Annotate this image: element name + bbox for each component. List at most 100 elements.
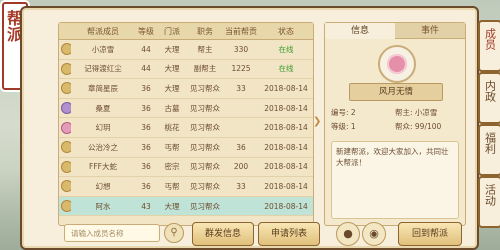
side-tab-activities[interactable]: 活动 xyxy=(478,176,500,228)
member-level: 36 xyxy=(141,103,151,113)
chat-bubble-icon[interactable]: ● xyxy=(336,222,360,246)
back-to-guild-button[interactable]: 回到帮派 xyxy=(398,222,462,246)
member-contribution: 36 xyxy=(236,142,246,152)
member-position: 帮主 xyxy=(197,44,213,54)
bottom-toolbar: 请输入成员名称 ⚲ 群发信息 申请列表 ● ◉ 回到帮派 xyxy=(58,220,490,248)
member-status: 2018-08-14 xyxy=(264,162,308,172)
member-status: 2018-08-14 xyxy=(264,201,308,211)
member-status: 在线 xyxy=(278,64,294,74)
table-row[interactable]: FFF大蛇 36 密宗 见习帮众 200 2018-08-14 xyxy=(59,158,313,178)
guild-members-count: 帮众: 99/100 xyxy=(395,122,442,131)
side-tab-internal[interactable]: 内政 xyxy=(478,72,500,124)
member-position: 见习帮众 xyxy=(190,103,220,113)
member-school: 丐帮 xyxy=(164,181,180,191)
member-status: 2018-08-14 xyxy=(264,123,308,133)
member-school-icon xyxy=(61,141,71,154)
member-level: 36 xyxy=(141,83,151,93)
member-name: 公治冷之 xyxy=(88,142,118,152)
member-position: 见习帮众 xyxy=(190,123,220,133)
member-name: FFF大蛇 xyxy=(89,162,117,172)
header-status[interactable]: 状态 xyxy=(259,26,313,37)
member-contribution: 330 xyxy=(233,44,249,54)
member-school-icon xyxy=(61,43,71,56)
member-table: 帮派成员 等级 门派 职务 当前帮贡 状态 小凉雪 44 大理 帮主 330 在线 记得渡红… xyxy=(58,22,314,226)
search-icon[interactable]: ⚲ xyxy=(164,223,184,243)
guild-leader: 帮主: 小凉雪 xyxy=(395,108,438,117)
guild-id: 编号: 2 xyxy=(331,108,356,117)
header-contribution[interactable]: 当前帮贡 xyxy=(223,26,259,37)
table-row[interactable]: 记得渡红尘 44 大理 副帮主 1225 在线 xyxy=(59,60,313,80)
table-row[interactable]: 小凉雪 44 大理 帮主 330 在线 xyxy=(59,40,313,60)
guild-info-panel: 信息 事件 风月无情 编号: 2 帮主: 小凉雪 等级: 1 帮众: 99/10… xyxy=(324,22,466,226)
header-member[interactable]: 帮派成员 xyxy=(71,26,135,37)
header-position[interactable]: 职务 xyxy=(187,26,223,37)
member-name: 章简星辰 xyxy=(88,83,118,93)
member-name: 阿水 xyxy=(95,201,111,211)
member-school: 丐帮 xyxy=(164,142,180,152)
member-level: 36 xyxy=(141,181,151,191)
member-position: 见习帮众 xyxy=(190,83,220,93)
member-status: 2018-08-14 xyxy=(264,142,308,152)
member-school: 大理 xyxy=(164,201,180,211)
header-school[interactable]: 门派 xyxy=(157,26,187,37)
member-name: 幻想 xyxy=(95,181,111,191)
member-rows: 小凉雪 44 大理 帮主 330 在线 记得渡红尘 44 大理 副帮主 1225 在线 章简星辰 36 大理… xyxy=(59,40,313,217)
table-row[interactable]: 章简星辰 36 大理 见习帮众 33 2018-08-14 xyxy=(59,79,313,99)
side-tab-members[interactable]: 成员 xyxy=(478,20,500,72)
member-school-icon xyxy=(61,200,71,213)
member-school: 大理 xyxy=(164,64,180,74)
member-name: 桑夏 xyxy=(95,103,111,113)
member-position: 见习帮众 xyxy=(190,142,220,152)
member-contribution: 33 xyxy=(236,83,246,93)
tab-info[interactable]: 信息 xyxy=(325,23,395,39)
member-level: 36 xyxy=(141,123,151,133)
member-school-icon xyxy=(61,62,71,75)
table-row[interactable]: 公治冷之 36 丐帮 见习帮众 36 2018-08-14 xyxy=(59,138,313,158)
member-status: 2018-08-14 xyxy=(264,83,308,93)
member-school-icon xyxy=(61,180,71,193)
guild-emblem-icon xyxy=(378,45,416,83)
member-search-input[interactable]: 请输入成员名称 xyxy=(64,224,160,242)
table-row[interactable]: 幻想 36 丐帮 见习帮众 33 2018-08-14 xyxy=(59,177,313,197)
member-position: 副帮主 xyxy=(193,64,217,74)
info-tabs: 信息 事件 xyxy=(325,23,465,39)
member-school-icon xyxy=(61,102,71,115)
header-level[interactable]: 等级 xyxy=(135,26,157,37)
member-contribution: 1225 xyxy=(231,64,251,74)
member-school-icon xyxy=(61,160,71,173)
member-status: 2018-08-14 xyxy=(264,103,308,113)
member-school: 大理 xyxy=(164,44,180,54)
side-tab-welfare[interactable]: 福利 xyxy=(478,124,500,176)
table-row[interactable]: 幻玥 36 桃花 见习帮众 2018-08-14 xyxy=(59,118,313,138)
guild-notice: 新建帮派，欢迎大家加入，共同壮大帮派！ xyxy=(331,141,459,219)
table-row[interactable]: 阿水 43 大理 见习帮众 2018-08-14 xyxy=(59,196,313,217)
member-contribution: 200 xyxy=(233,162,249,172)
wechat-icon[interactable]: ◉ xyxy=(362,222,386,246)
member-position: 见习帮众 xyxy=(190,201,220,211)
guild-level: 等级: 1 xyxy=(331,122,356,131)
table-row[interactable]: 桑夏 36 古墓 见习帮众 2018-08-14 xyxy=(59,99,313,119)
member-school: 大理 xyxy=(164,83,180,93)
member-table-header: 帮派成员 等级 门派 职务 当前帮贡 状态 xyxy=(59,23,313,40)
member-school: 桃花 xyxy=(164,123,180,133)
expand-arrow-icon[interactable]: ❯ xyxy=(313,116,323,127)
member-level: 44 xyxy=(141,64,151,74)
member-status: 在线 xyxy=(278,44,294,54)
member-level: 36 xyxy=(141,142,151,152)
member-level: 36 xyxy=(141,162,151,172)
member-name: 幻玥 xyxy=(95,123,111,133)
member-school-icon xyxy=(61,121,71,134)
mass-message-button[interactable]: 群发信息 xyxy=(192,222,254,246)
member-school: 密宗 xyxy=(164,162,180,172)
guild-window: 帮派成员 等级 门派 职务 当前帮贡 状态 小凉雪 44 大理 帮主 330 在线 记得渡红… xyxy=(20,6,479,250)
member-school-icon xyxy=(61,82,71,95)
apply-list-button[interactable]: 申请列表 xyxy=(258,222,320,246)
member-position: 见习帮众 xyxy=(190,181,220,191)
member-contribution: 33 xyxy=(236,181,246,191)
member-status: 2018-08-14 xyxy=(264,181,308,191)
member-name: 小凉雪 xyxy=(91,44,115,54)
member-level: 43 xyxy=(141,201,151,211)
member-position: 见习帮众 xyxy=(190,162,220,172)
member-level: 44 xyxy=(141,44,151,54)
tab-events[interactable]: 事件 xyxy=(395,23,465,39)
